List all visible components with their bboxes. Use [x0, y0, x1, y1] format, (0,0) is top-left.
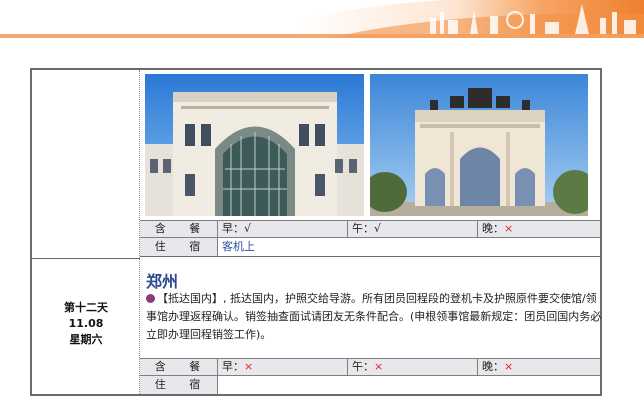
meal-label: 含 餐 [140, 221, 218, 237]
lodging-value [218, 376, 600, 394]
lunch-cell: 午：× [348, 359, 478, 375]
lunch-cell: 午：√ [348, 221, 478, 237]
lodging-label: 住 宿 [140, 238, 218, 256]
dinner-prefix: 晚： [482, 222, 504, 235]
breakfast-prefix: 早： [222, 360, 244, 373]
city-title: 郑州 [146, 272, 179, 291]
lodging-value: 客机上 [222, 240, 255, 253]
breakfast-cell: 早：√ [218, 221, 348, 237]
dinner-cell: 晚：× [478, 359, 600, 375]
breakfast-cell: 早：× [218, 359, 348, 375]
bullet-icon [146, 294, 155, 303]
cross-icon: × [504, 222, 514, 235]
dinner-prefix: 晚： [482, 360, 504, 373]
header-banner [0, 0, 644, 38]
meal-label: 含 餐 [140, 359, 218, 375]
cross-icon: × [374, 360, 384, 373]
meal-row-day11: 含 餐 早：√ 午：√ 晚：× [140, 220, 600, 237]
lodging-row-day12: 住 宿 [140, 375, 600, 394]
cross-icon: × [244, 360, 254, 373]
cross-icon: × [504, 360, 514, 373]
lunch-prefix: 午： [352, 360, 374, 373]
lodging-label: 住 宿 [140, 376, 218, 394]
day-date: 11.08 [68, 317, 104, 330]
itinerary-table: 第十二天 11.08 星期六 含 餐 早：√ 午：√ 晚：× 住 宿 客机上 郑… [30, 68, 602, 396]
galleria-photo [145, 74, 364, 216]
arch-photo [370, 74, 588, 216]
description-tag: 【抵达国内】 [157, 292, 223, 305]
day-label: 第十二天 [64, 301, 108, 314]
content-column: 含 餐 早：√ 午：√ 晚：× 住 宿 客机上 郑州 【抵达国内】, 抵达国内，… [140, 70, 602, 394]
day-info: 第十二天 11.08 星期六 [32, 300, 140, 348]
meal-row-day12: 含 餐 早：× 午：× 晚：× [140, 358, 600, 375]
day-description: 【抵达国内】, 抵达国内，护照交给导游。所有团员回程段的登机卡及护照原件要交使馆… [146, 290, 602, 344]
row-divider [32, 258, 140, 259]
row-divider-right [140, 256, 600, 257]
day-weekday: 星期六 [69, 333, 103, 346]
lodging-row-day11: 住 宿 客机上 [140, 237, 600, 256]
dinner-cell: 晚：× [478, 221, 600, 237]
